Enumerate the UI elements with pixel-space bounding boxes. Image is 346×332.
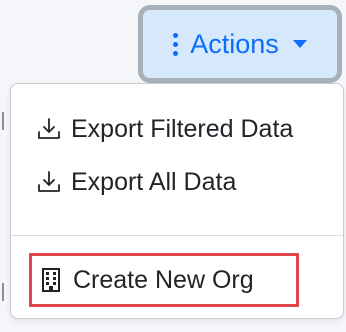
caret-down-icon (292, 40, 307, 48)
menu-item-label: Create New Org (73, 265, 254, 294)
background-edge-mark (2, 112, 4, 130)
menu-item-create-new-org[interactable]: Create New Org (11, 258, 343, 302)
background-edge-mark (2, 283, 4, 301)
menu-item-label: Export Filtered Data (71, 114, 294, 143)
menu-item-export-all-data[interactable]: Export All Data (11, 160, 343, 204)
menu-item-label: Export All Data (71, 167, 237, 196)
actions-button[interactable]: Actions (138, 5, 342, 83)
kebab-vertical-icon (173, 32, 179, 56)
actions-dropdown-menu: Export Filtered Data Export All Data Cre… (10, 83, 344, 319)
download-icon (35, 115, 63, 143)
building-icon (37, 266, 65, 294)
menu-divider (11, 235, 343, 236)
menu-item-export-filtered-data[interactable]: Export Filtered Data (11, 107, 343, 151)
download-icon (35, 168, 63, 196)
actions-label: Actions (190, 28, 279, 59)
